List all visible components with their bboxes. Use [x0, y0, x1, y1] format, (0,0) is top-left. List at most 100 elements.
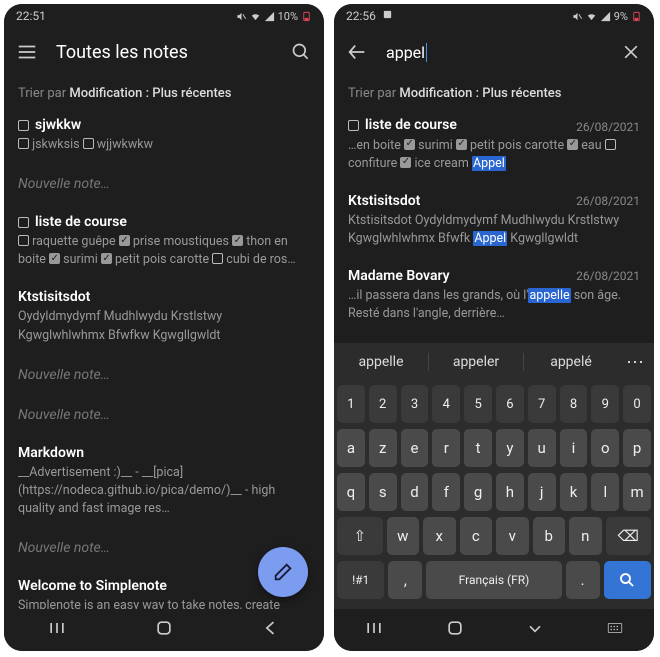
- key-r[interactable]: r: [432, 429, 460, 467]
- result-title: liste de course: [365, 117, 457, 133]
- key-o[interactable]: o: [591, 429, 619, 467]
- note-preview: Simplenote is an easy way to take notes,…: [18, 597, 310, 609]
- note-title-text: Ktstisitsdot: [18, 289, 90, 305]
- key-0[interactable]: 0: [623, 385, 651, 423]
- sort-label: Trier par: [18, 86, 69, 101]
- note-placeholder[interactable]: Nouvelle note…: [18, 395, 310, 435]
- note-preview: jskwksis wjjwkwkw: [18, 136, 310, 154]
- note-preview: __Advertisement :)__ - __[pica](https://…: [18, 464, 310, 518]
- menu-icon[interactable]: [16, 41, 38, 63]
- key-7[interactable]: 7: [528, 385, 556, 423]
- note-item[interactable]: liste de course raquette guêpe prise mou…: [18, 204, 310, 279]
- sort-value: Modification : Plus récentes: [69, 86, 231, 101]
- key-search[interactable]: [604, 561, 651, 599]
- signal-icon: [264, 11, 275, 22]
- highlight: appelle: [528, 288, 570, 303]
- key-l[interactable]: l: [591, 473, 619, 511]
- result-item[interactable]: Ktstisitsdot 26/08/2021 Ktstisitsdot Oyd…: [348, 183, 640, 258]
- android-navbar: [4, 609, 324, 651]
- key-s[interactable]: s: [369, 473, 397, 511]
- key-1[interactable]: 1: [337, 385, 365, 423]
- search-icon[interactable]: [290, 41, 312, 63]
- mute-icon: [572, 11, 583, 22]
- phone-search: 22:56 9% appel Trier par Modification : …: [334, 4, 654, 651]
- result-item[interactable]: Madame Bovary 26/08/2021 …il passera dan…: [348, 258, 640, 333]
- keyboard-row-3: ⇧ w x c v b n ⌫: [337, 517, 651, 555]
- key-8[interactable]: 8: [560, 385, 588, 423]
- note-placeholder[interactable]: Nouvelle note…: [18, 355, 310, 395]
- key-i[interactable]: i: [560, 429, 588, 467]
- key-4[interactable]: 4: [432, 385, 460, 423]
- clear-search-icon[interactable]: [620, 41, 642, 63]
- status-bar: 22:51 10%: [4, 4, 324, 28]
- sort-row[interactable]: Trier par Modification : Plus récentes: [334, 76, 654, 107]
- app-bar: Toutes les notes: [4, 28, 324, 76]
- notes-list[interactable]: sjwkkw jskwksis wjjwkwkw Nouvelle note… …: [4, 107, 324, 609]
- result-preview: Ktstisitsdot Oydyldmydymf Mudhlwydu Krst…: [348, 212, 640, 248]
- key-shift[interactable]: ⇧: [337, 517, 383, 555]
- key-5[interactable]: 5: [464, 385, 492, 423]
- key-j[interactable]: j: [528, 473, 556, 511]
- key-symbols[interactable]: !#1: [337, 561, 384, 599]
- key-c[interactable]: c: [460, 517, 493, 555]
- search-input[interactable]: appel: [386, 43, 602, 62]
- home-icon[interactable]: [154, 618, 174, 642]
- key-a[interactable]: a: [337, 429, 365, 467]
- note-placeholder[interactable]: Nouvelle note…: [18, 164, 310, 204]
- key-k[interactable]: k: [560, 473, 588, 511]
- key-x[interactable]: x: [423, 517, 456, 555]
- key-z[interactable]: z: [369, 429, 397, 467]
- keyboard-hide-icon[interactable]: [525, 618, 545, 642]
- keyboard-row-numbers: 1 2 3 4 5 6 7 8 9 0: [337, 385, 651, 423]
- key-6[interactable]: 6: [496, 385, 524, 423]
- result-preview: …il passera dans les grands, où l'appell…: [348, 287, 640, 323]
- key-n[interactable]: n: [569, 517, 602, 555]
- key-t[interactable]: t: [464, 429, 492, 467]
- key-d[interactable]: d: [401, 473, 429, 511]
- back-icon[interactable]: [261, 618, 281, 642]
- battery-text: 9%: [614, 10, 628, 23]
- key-m[interactable]: m: [623, 473, 651, 511]
- key-y[interactable]: y: [496, 429, 524, 467]
- key-9[interactable]: 9: [591, 385, 619, 423]
- result-item[interactable]: liste de course 26/08/2021 …en boite sur…: [348, 107, 640, 183]
- key-u[interactable]: u: [528, 429, 556, 467]
- recents-icon[interactable]: [364, 618, 384, 642]
- note-item[interactable]: Ktstisitsdot Oydyldmydymf Mudhlwydu Krst…: [18, 279, 310, 354]
- key-p[interactable]: p: [623, 429, 651, 467]
- new-note-fab[interactable]: [258, 547, 308, 597]
- sort-row[interactable]: Trier par Modification : Plus récentes: [4, 76, 324, 107]
- key-g[interactable]: g: [464, 473, 492, 511]
- key-v[interactable]: v: [496, 517, 529, 555]
- results-list[interactable]: liste de course 26/08/2021 …en boite sur…: [334, 107, 654, 343]
- note-item[interactable]: sjwkkw jskwksis wjjwkwkw: [18, 107, 310, 164]
- status-icons: 9%: [572, 10, 642, 23]
- key-w[interactable]: w: [387, 517, 420, 555]
- keyboard-switch-icon[interactable]: [606, 619, 624, 641]
- more-suggestions-icon[interactable]: ⋯: [618, 352, 654, 373]
- key-q[interactable]: q: [337, 473, 365, 511]
- key-backspace[interactable]: ⌫: [606, 517, 652, 555]
- key-3[interactable]: 3: [401, 385, 429, 423]
- suggestion[interactable]: appelle: [334, 354, 428, 370]
- back-arrow-icon[interactable]: [346, 41, 368, 63]
- key-b[interactable]: b: [533, 517, 566, 555]
- key-comma[interactable]: ,: [388, 561, 422, 599]
- keyboard: 1 2 3 4 5 6 7 8 9 0 a z e r t y u i o p …: [334, 381, 654, 609]
- suggestion[interactable]: appeler: [429, 354, 523, 370]
- note-item[interactable]: Markdown __Advertisement :)__ - __[pica]…: [18, 435, 310, 528]
- sort-label: Trier par: [348, 86, 399, 101]
- key-space[interactable]: Français (FR): [426, 561, 561, 599]
- result-title: Ktstisitsdot: [348, 193, 420, 209]
- key-dot[interactable]: .: [566, 561, 600, 599]
- home-icon[interactable]: [445, 618, 465, 642]
- suggestion[interactable]: appelé: [524, 354, 618, 370]
- checkbox-icon: [348, 120, 359, 131]
- recents-icon[interactable]: [47, 618, 67, 642]
- key-h[interactable]: h: [496, 473, 524, 511]
- key-e[interactable]: e: [401, 429, 429, 467]
- key-2[interactable]: 2: [369, 385, 397, 423]
- result-date: 26/08/2021: [576, 120, 640, 134]
- note-title-text: liste de course: [35, 214, 127, 230]
- key-f[interactable]: f: [432, 473, 460, 511]
